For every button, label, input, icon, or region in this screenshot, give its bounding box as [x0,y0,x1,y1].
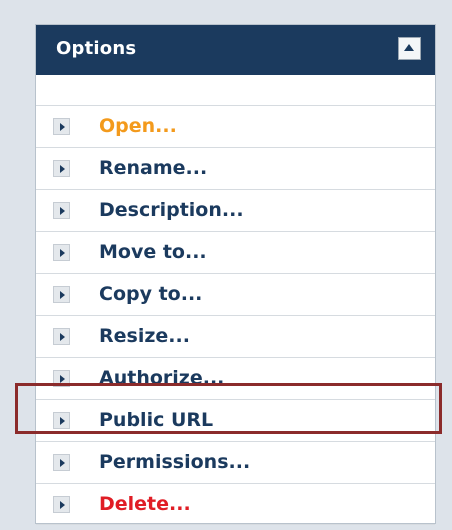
menu-item-open[interactable]: Open... [36,105,435,147]
triangle-right-icon [53,118,70,135]
menu-item-move-to[interactable]: Move to... [36,231,435,273]
menu-item-label: Public URL [99,409,214,431]
triangle-up-icon [404,44,414,51]
menu-item-resize[interactable]: Resize... [36,315,435,357]
triangle-right-icon [53,160,70,177]
menu-item-copy-to[interactable]: Copy to... [36,273,435,315]
menu-item-label: Rename... [99,157,208,179]
menu-item-label: Resize... [99,325,190,347]
menu-item-authorize[interactable]: Authorize... [36,357,435,399]
collapse-button[interactable] [398,37,421,60]
menu-item-description[interactable]: Description... [36,189,435,231]
triangle-right-icon [53,370,70,387]
options-menu: Open... Rename... Description... Move to… [36,105,435,525]
menu-item-delete[interactable]: Delete... [36,483,435,525]
triangle-right-icon [53,286,70,303]
menu-item-label: Copy to... [99,283,203,305]
options-panel: Options Open... Rename... Description...… [35,24,436,525]
menu-item-label: Delete... [99,493,191,515]
panel-header: Options [36,25,435,75]
menu-item-label: Move to... [99,241,207,263]
triangle-right-icon [53,412,70,429]
triangle-right-icon [53,328,70,345]
menu-item-label: Description... [99,199,244,221]
triangle-right-icon [53,244,70,261]
triangle-right-icon [53,454,70,471]
menu-item-label: Authorize... [99,367,225,389]
menu-item-label: Permissions... [99,451,251,473]
menu-item-public-url[interactable]: Public URL [36,399,435,441]
menu-item-label: Open... [99,115,177,137]
triangle-right-icon [53,496,70,513]
menu-item-rename[interactable]: Rename... [36,147,435,189]
triangle-right-icon [53,202,70,219]
panel-title: Options [56,38,137,59]
menu-item-permissions[interactable]: Permissions... [36,441,435,483]
